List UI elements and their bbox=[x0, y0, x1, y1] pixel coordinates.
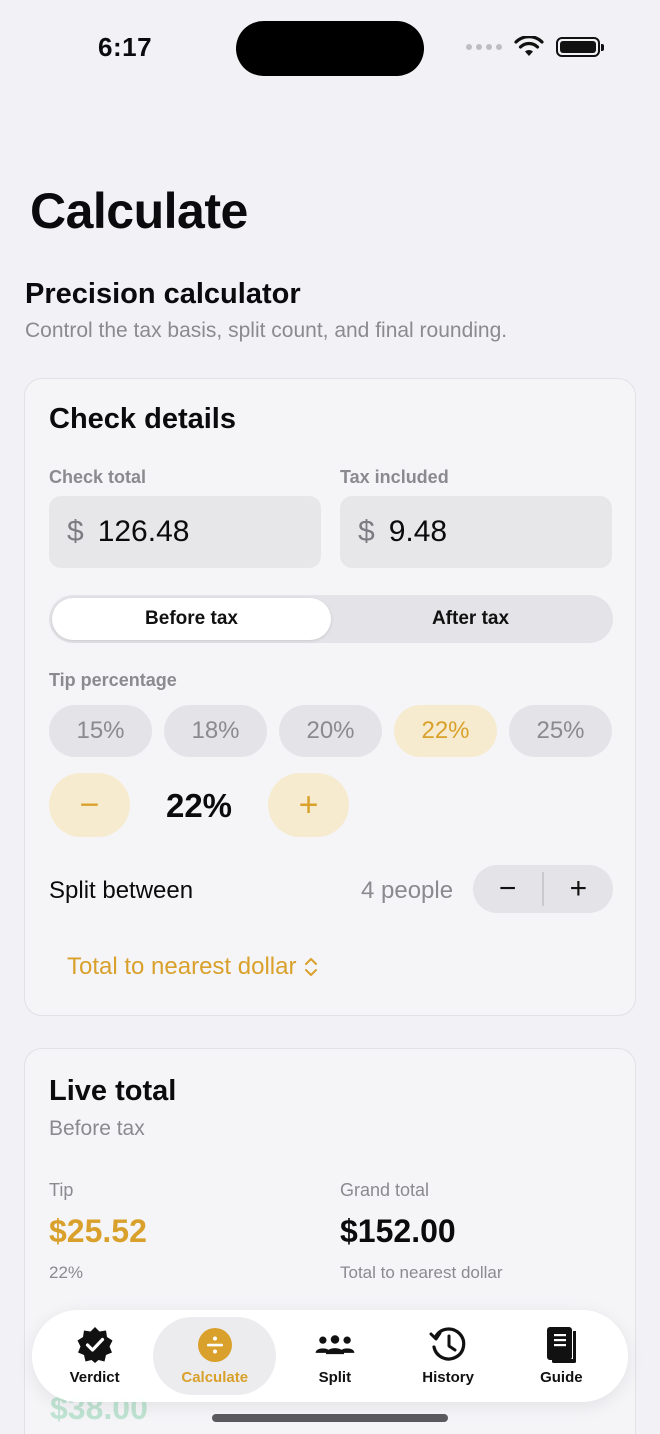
status-time: 6:17 bbox=[98, 32, 153, 62]
chevron-up-down-icon bbox=[305, 958, 318, 976]
tip-preset-chips: 15% 18% 20% 22% 25% bbox=[49, 705, 612, 757]
tip-decrement-button[interactable]: − bbox=[49, 773, 130, 837]
divide-icon bbox=[195, 1327, 235, 1363]
check-total-value: 126.48 bbox=[97, 515, 190, 548]
tab-bar: Verdict Calculate Split History Guide bbox=[32, 1310, 628, 1402]
tab-label: Verdict bbox=[69, 1368, 120, 1386]
battery-icon bbox=[556, 37, 604, 57]
people-icon bbox=[315, 1327, 355, 1363]
tip-amount-label: Tip bbox=[49, 1180, 74, 1200]
section-subtitle: Control the tax basis, split count, and … bbox=[25, 319, 508, 342]
grand-total-label: Grand total bbox=[340, 1180, 430, 1200]
live-total-basis: Before tax bbox=[49, 1117, 145, 1140]
tip-percentage-value: 22% bbox=[165, 787, 233, 824]
history-clock-icon bbox=[428, 1326, 468, 1363]
card-title: Live total bbox=[49, 1075, 177, 1107]
tax-included-label: Tax included bbox=[340, 467, 449, 487]
rounding-picker[interactable]: Total to nearest dollar bbox=[67, 953, 318, 981]
check-details-card: Check details Check total $ 126.48 Tax i… bbox=[24, 378, 636, 1016]
tax-basis-segmented-control: Before tax After tax bbox=[49, 595, 613, 643]
tab-split[interactable]: Split bbox=[280, 1317, 389, 1395]
tip-chip-25[interactable]: 25% bbox=[509, 705, 612, 757]
tab-label: History bbox=[422, 1368, 474, 1386]
segment-before-tax[interactable]: Before tax bbox=[52, 598, 331, 640]
split-decrement-button[interactable]: − bbox=[473, 865, 542, 913]
tip-chip-18[interactable]: 18% bbox=[164, 705, 267, 757]
tab-verdict[interactable]: Verdict bbox=[40, 1317, 149, 1395]
tip-chip-22[interactable]: 22% bbox=[394, 705, 497, 757]
tax-included-input[interactable]: $ 9.48 bbox=[340, 496, 612, 568]
tip-increment-button[interactable]: + bbox=[268, 773, 349, 837]
card-title: Check details bbox=[49, 403, 236, 435]
tab-label: Guide bbox=[540, 1368, 583, 1386]
grand-total-value: $152.00 bbox=[340, 1213, 456, 1249]
grand-total-note: Total to nearest dollar bbox=[340, 1263, 503, 1282]
tip-percent-note: 22% bbox=[49, 1263, 84, 1282]
split-increment-button[interactable]: + bbox=[544, 865, 613, 913]
check-total-input[interactable]: $ 126.48 bbox=[49, 496, 321, 568]
status-bar: 6:17 bbox=[0, 0, 660, 100]
verdict-badge-icon bbox=[75, 1326, 115, 1363]
currency-symbol: $ bbox=[358, 515, 375, 548]
split-stepper: − + bbox=[473, 865, 613, 913]
tab-label: Split bbox=[318, 1368, 352, 1386]
home-indicator bbox=[212, 1414, 448, 1422]
tab-label: Calculate bbox=[181, 1368, 249, 1386]
segment-after-tax[interactable]: After tax bbox=[331, 598, 610, 640]
rounding-label: Total to nearest dollar bbox=[67, 953, 297, 980]
tab-history[interactable]: History bbox=[393, 1317, 502, 1395]
tip-chip-20[interactable]: 20% bbox=[279, 705, 382, 757]
tip-chip-15[interactable]: 15% bbox=[49, 705, 152, 757]
tab-guide[interactable]: Guide bbox=[507, 1317, 616, 1395]
status-icons bbox=[466, 36, 604, 58]
tab-calculate[interactable]: Calculate bbox=[153, 1317, 277, 1395]
wifi-icon bbox=[514, 36, 544, 56]
currency-symbol: $ bbox=[67, 515, 84, 548]
tip-amount-value: $25.52 bbox=[49, 1213, 147, 1249]
book-icon bbox=[541, 1326, 581, 1363]
split-count-value: 4 people bbox=[361, 877, 454, 904]
check-total-label: Check total bbox=[49, 467, 147, 487]
dynamic-island bbox=[236, 21, 424, 76]
split-between-label: Split between bbox=[49, 877, 194, 904]
tip-percentage-label: Tip percentage bbox=[49, 670, 177, 690]
cellular-signal-icon bbox=[466, 44, 502, 50]
page-title: Calculate bbox=[30, 183, 248, 239]
section-title: Precision calculator bbox=[25, 278, 301, 310]
tax-included-value: 9.48 bbox=[388, 515, 448, 548]
